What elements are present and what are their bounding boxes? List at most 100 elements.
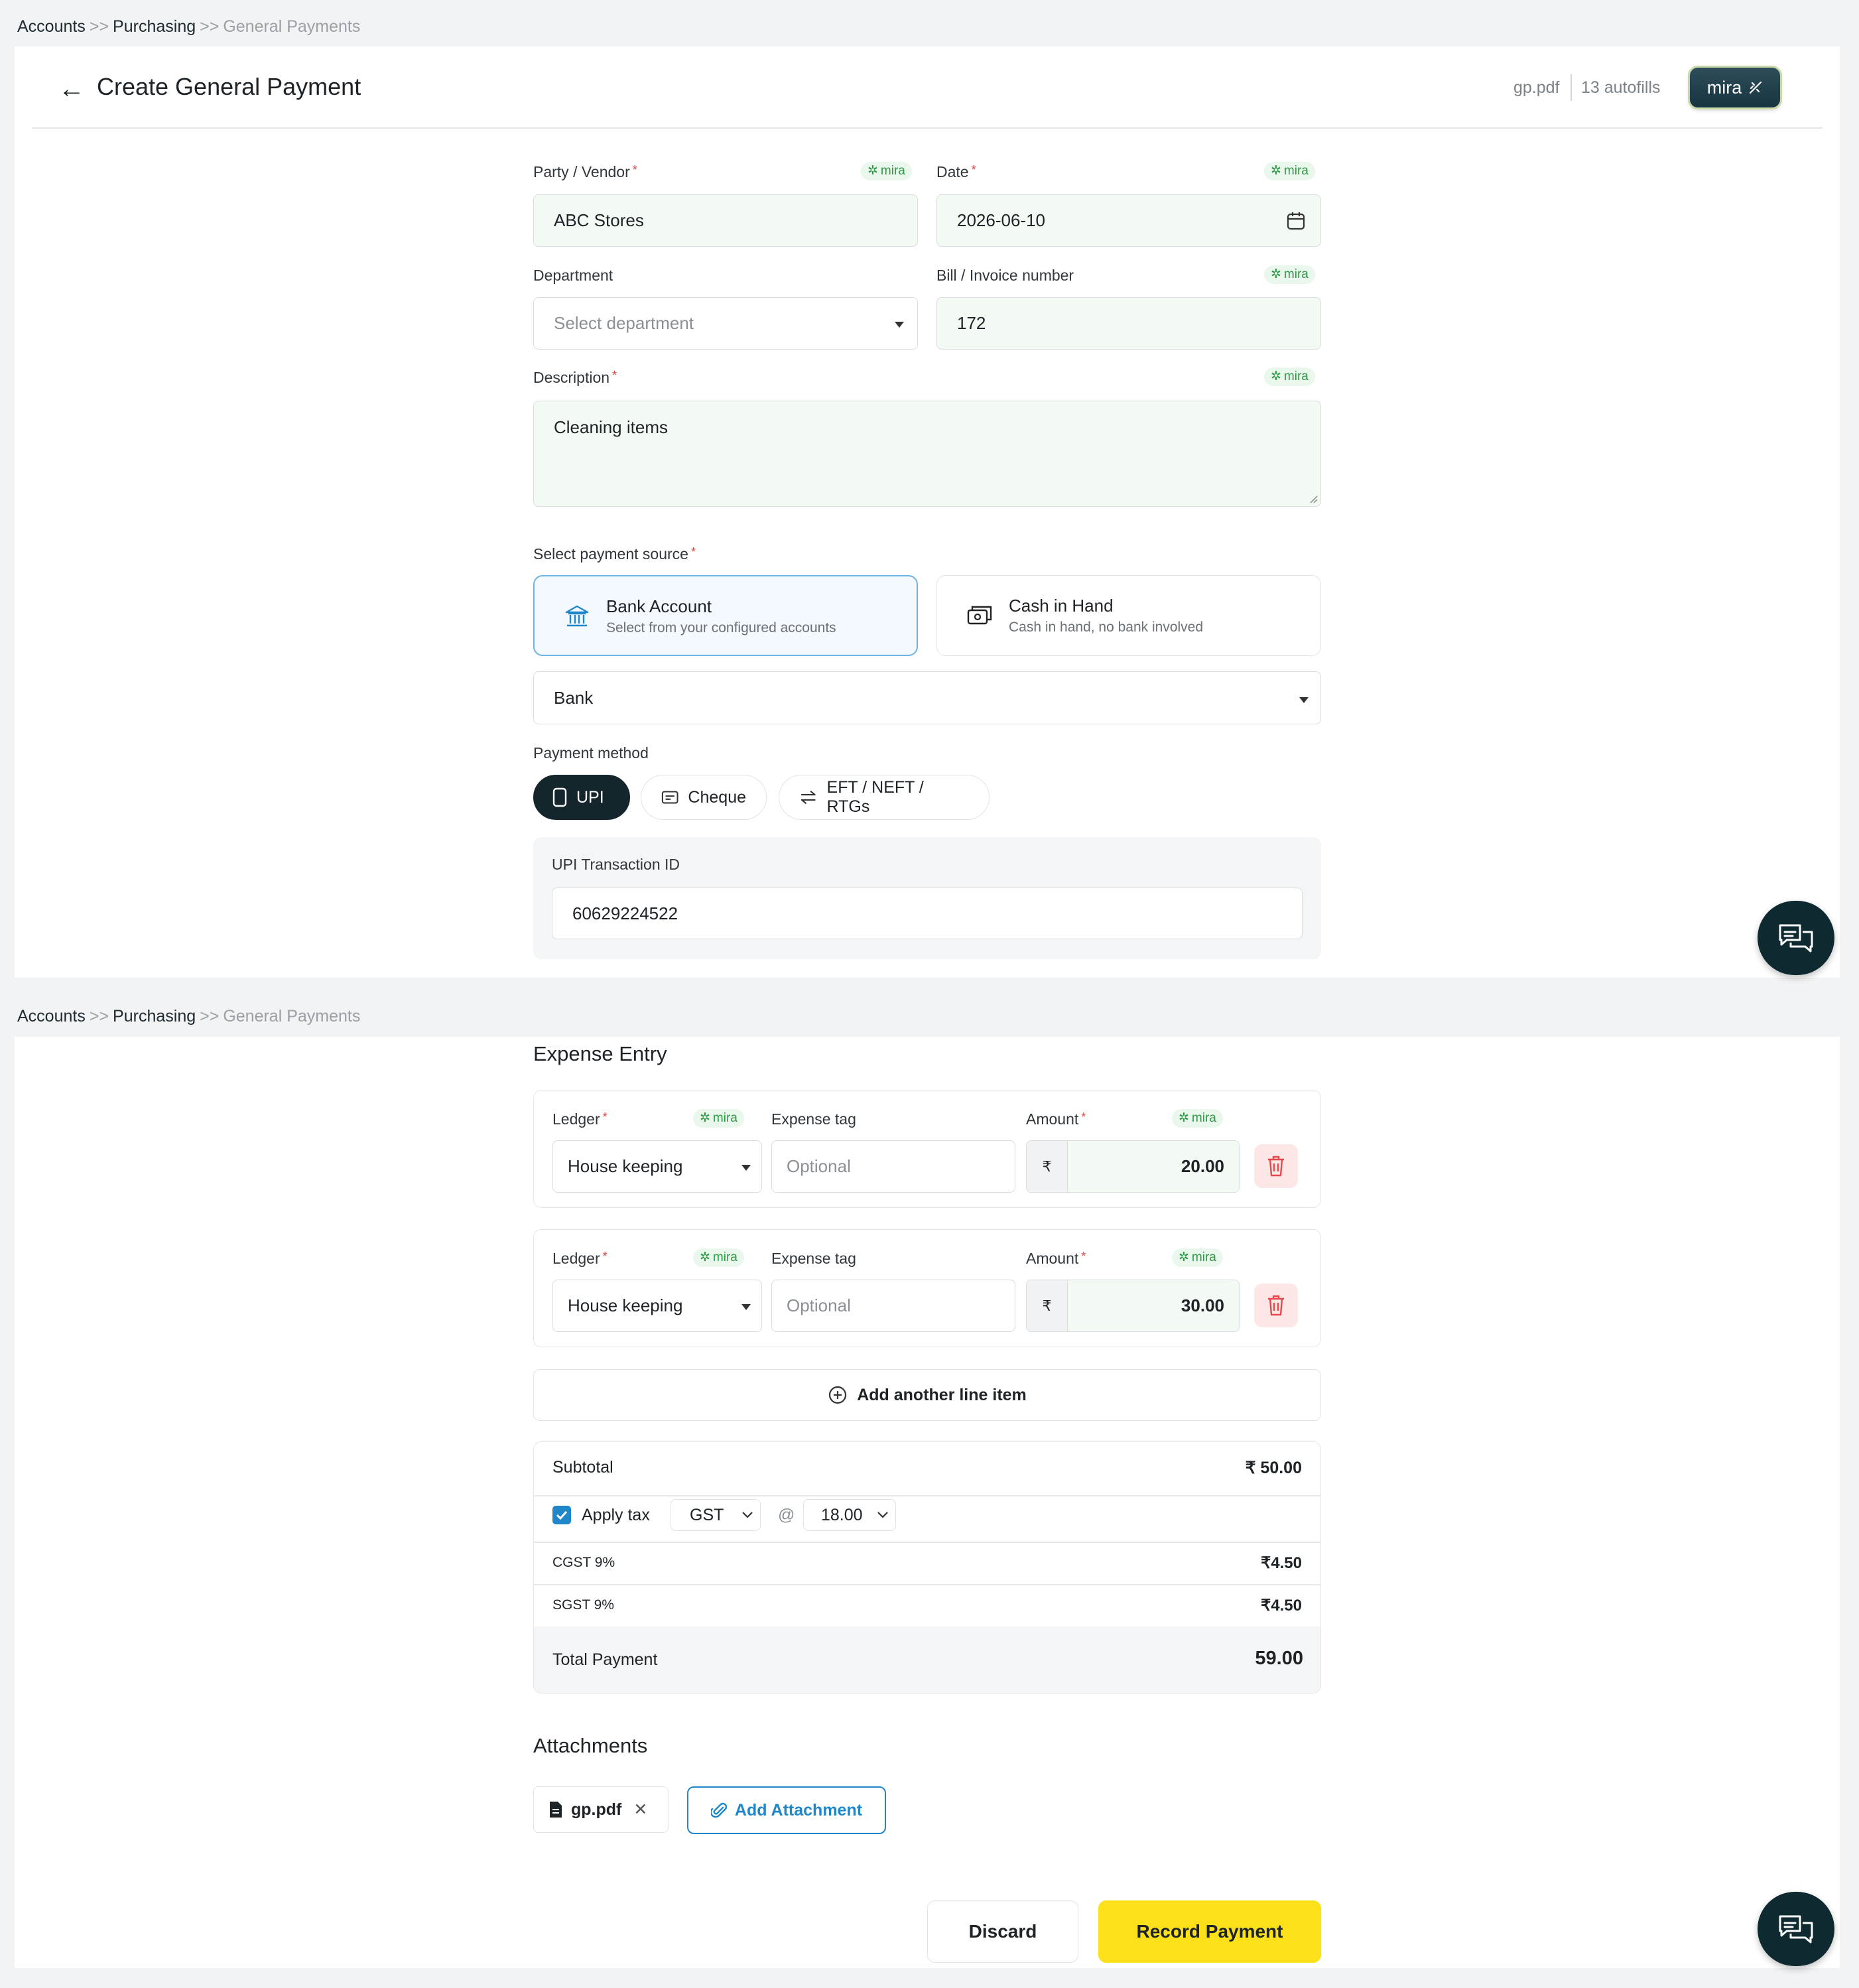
autofill-count: 13 autofills: [1581, 78, 1661, 97]
resize-handle-icon[interactable]: [1307, 493, 1318, 503]
expense-tag-placeholder: Optional: [787, 1295, 851, 1315]
party-vendor-input[interactable]: ABC Stores: [533, 194, 918, 247]
expense-tag-placeholder: Optional: [787, 1156, 851, 1176]
method-cheque-label: Cheque: [688, 787, 746, 807]
required-asterisk: *: [612, 369, 617, 382]
amount-label: Amount *: [1026, 1110, 1086, 1128]
divider: [534, 1542, 1320, 1543]
mira-autofill-chip: ✲ mira: [1264, 367, 1315, 386]
add-line-item-button[interactable]: Add another line item: [533, 1369, 1321, 1421]
apply-tax-checkbox[interactable]: [552, 1506, 571, 1524]
delete-line-button[interactable]: [1254, 1144, 1298, 1188]
cgst-label: CGST 9%: [552, 1555, 615, 1570]
expense-tag-input[interactable]: Optional: [771, 1280, 1015, 1332]
amount-label-text: Amount: [1026, 1110, 1079, 1128]
attachments-title: Attachments: [533, 1734, 648, 1757]
attachment-file-chip[interactable]: gp.pdf ✕: [533, 1786, 669, 1833]
date-label-text: Date: [936, 163, 969, 180]
add-line-item-label: Add another line item: [857, 1385, 1027, 1404]
ledger-select[interactable]: House keeping: [552, 1140, 762, 1193]
mira-button[interactable]: mira: [1690, 68, 1780, 107]
upi-transaction-label: UPI Transaction ID: [552, 856, 680, 873]
tax-rate-select[interactable]: 18.00: [803, 1499, 896, 1531]
chat-button[interactable]: [1758, 901, 1834, 975]
record-payment-button[interactable]: Record Payment: [1098, 1900, 1321, 1963]
mira-autofill-chip: ✲ mira: [1172, 1248, 1223, 1267]
required-asterisk: *: [690, 545, 696, 559]
source-bank-account-card[interactable]: Bank Account Select from your configured…: [533, 575, 918, 656]
date-input[interactable]: 2026-06-10: [936, 194, 1321, 247]
expense-tag-input[interactable]: Optional: [771, 1140, 1015, 1193]
chat-button[interactable]: [1758, 1892, 1834, 1966]
transfer-arrows-icon: [801, 791, 816, 804]
breadcrumb: Accounts >> Purchasing >> General Payments: [17, 17, 360, 36]
payment-source-label: Select payment source *: [533, 545, 696, 563]
ledger-label: Ledger *: [552, 1110, 608, 1128]
method-eft-label: EFT / NEFT / RTGs: [826, 778, 924, 816]
source-cash-in-hand-card[interactable]: Cash in Hand Cash in hand, no bank invol…: [936, 575, 1321, 656]
mira-chip-label: mira: [1191, 1250, 1216, 1264]
source-subtitle: Cash in hand, no bank involved: [1009, 620, 1204, 635]
add-attachment-button[interactable]: Add Attachment: [687, 1786, 886, 1834]
breadcrumb-purchasing[interactable]: Purchasing: [113, 17, 196, 36]
breadcrumb-separator: >>: [200, 17, 220, 36]
description-textarea[interactable]: Cleaning items: [533, 401, 1321, 507]
document-icon: [550, 1802, 562, 1818]
paperclip-icon: [710, 1802, 727, 1818]
back-arrow-icon[interactable]: ←: [58, 74, 85, 104]
sparkle-icon: ✲: [1271, 267, 1281, 281]
method-cheque-pill[interactable]: Cheque: [641, 775, 767, 820]
mira-chip-label: mira: [880, 164, 905, 178]
required-asterisk: *: [1081, 1250, 1086, 1263]
required-asterisk: *: [602, 1110, 608, 1124]
checkmark-icon: [556, 1510, 568, 1520]
discard-button[interactable]: Discard: [927, 1900, 1078, 1963]
mira-button-label: mira: [1706, 77, 1742, 98]
amount-input-group: ₹ 30.00: [1026, 1280, 1240, 1332]
sgst-value: ₹4.50: [1261, 1597, 1302, 1615]
party-vendor-value: ABC Stores: [554, 210, 644, 230]
method-upi-pill[interactable]: UPI: [533, 775, 630, 820]
chevron-down-icon: [742, 1512, 753, 1518]
caret-down-icon: [1299, 697, 1309, 703]
sparkle-icon: ✲: [700, 1250, 710, 1264]
header-file-name[interactable]: gp.pdf: [1513, 78, 1560, 98]
bank-select[interactable]: Bank: [533, 671, 1321, 724]
upi-transaction-input[interactable]: 60629224522: [552, 888, 1303, 939]
bill-label: Bill / Invoice number: [936, 267, 1074, 284]
caret-down-icon: [741, 1165, 751, 1171]
sparkle-icon: ✲: [1271, 164, 1281, 178]
mira-chip-label: mira: [1283, 164, 1309, 178]
payment-method-label: Payment method: [533, 744, 649, 762]
chat-icon: [1779, 1915, 1813, 1944]
subtotal-value: ₹ 50.00: [1245, 1459, 1302, 1477]
party-label-text: Party / Vendor: [533, 163, 630, 180]
bill-number-input[interactable]: 172: [936, 297, 1321, 350]
divider: [534, 1495, 1320, 1496]
ledger-select[interactable]: House keeping: [552, 1280, 762, 1332]
mira-autofill-chip: ✲ mira: [1264, 265, 1315, 284]
sparkle-icon: ✲: [700, 1111, 710, 1125]
required-asterisk: *: [971, 163, 976, 176]
method-eft-pill[interactable]: EFT / NEFT / RTGs: [779, 775, 990, 820]
chevron-down-icon: [877, 1512, 888, 1518]
breadcrumb-accounts[interactable]: Accounts: [17, 17, 86, 36]
caret-down-icon: [895, 322, 904, 328]
breadcrumb-purchasing[interactable]: Purchasing: [113, 1007, 196, 1026]
expense-line-item: Ledger * ✲ mira House keeping Expense tag …: [533, 1229, 1321, 1347]
tax-type-select[interactable]: GST: [671, 1499, 761, 1531]
department-label: Department: [533, 267, 613, 284]
payment-source-label-text: Select payment source: [533, 545, 688, 563]
ledger-label-text: Ledger: [552, 1250, 600, 1267]
amount-label: Amount *: [1026, 1250, 1086, 1268]
breadcrumb-accounts[interactable]: Accounts: [17, 1007, 86, 1026]
total-payment-value: 59.00: [1255, 1648, 1303, 1669]
remove-attachment-icon[interactable]: ✕: [633, 1800, 647, 1820]
delete-line-button[interactable]: [1254, 1284, 1298, 1327]
breadcrumb-separator: >>: [89, 17, 109, 36]
sparkle-icon: ✲: [867, 164, 878, 178]
calendar-icon[interactable]: [1286, 211, 1306, 231]
amount-input[interactable]: 30.00: [1068, 1280, 1239, 1331]
amount-input[interactable]: 20.00: [1068, 1141, 1239, 1192]
department-select[interactable]: Select department: [533, 297, 918, 350]
